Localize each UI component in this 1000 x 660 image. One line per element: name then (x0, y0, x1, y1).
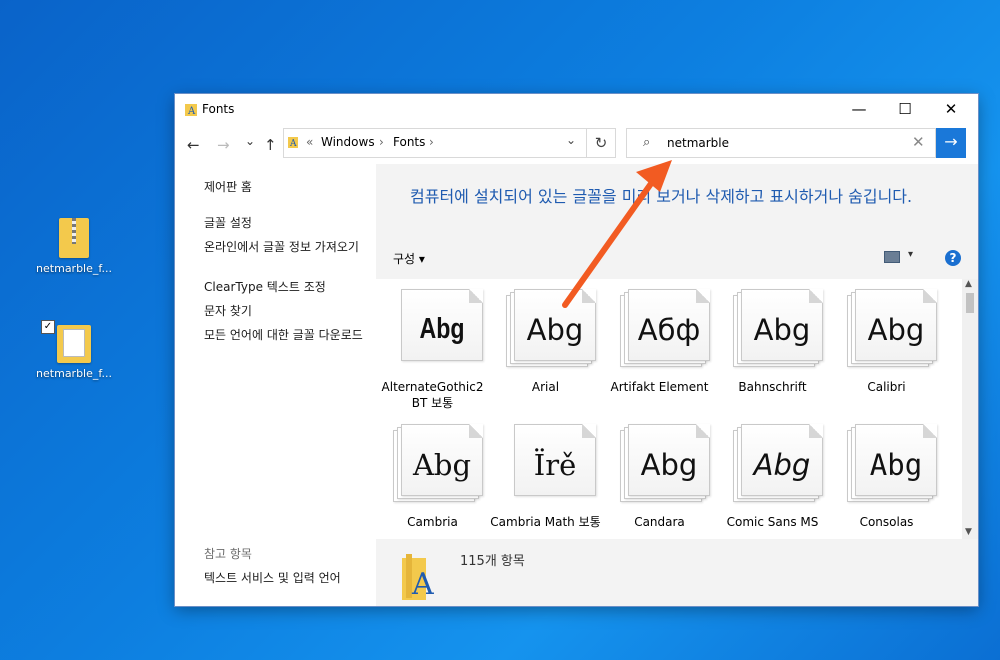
scroll-thumb[interactable] (966, 293, 974, 313)
svg-text:A: A (187, 106, 196, 116)
left-pane: 제어판 홈 글꼴 설정 온라인에서 글꼴 정보 가져오기 ClearType 텍… (175, 164, 375, 606)
font-file-icon: Abg (620, 424, 710, 502)
font-sample-text: Abg (753, 448, 811, 482)
font-name-label: Arial (531, 380, 560, 394)
breadcrumb-separator-icon[interactable]: › (379, 135, 384, 149)
font-name-label: Candara (634, 515, 685, 529)
breadcrumb-fonts[interactable]: Fonts (393, 135, 425, 149)
fonts-folder-icon: A (185, 104, 197, 116)
control-panel-home-link[interactable]: 제어판 홈 (204, 179, 369, 195)
organize-menu[interactable]: 구성 ▾ (393, 250, 425, 267)
search-icon: ⌕ (643, 135, 651, 150)
character-map-link[interactable]: 문자 찾기 (204, 303, 369, 319)
title-bar[interactable]: A Fonts — ☐ ✕ (175, 94, 978, 124)
font-sample-text: Abg (526, 313, 584, 347)
font-name-label: Cambria (407, 515, 458, 529)
desktop-icon-label: netmarble_f... (36, 367, 112, 380)
command-bar: 구성 ▾ ▾ ? (376, 244, 978, 272)
details-pane: A 115개 항목 (376, 542, 978, 606)
font-name-label: Comic Sans MS (726, 515, 819, 529)
address-dropdown-icon[interactable]: ⌄ (566, 133, 576, 147)
window-title: Fonts (202, 102, 235, 116)
font-file-icon: Abg (847, 289, 937, 367)
address-bar[interactable]: A « Windows › Fonts › ⌄ (283, 128, 616, 158)
refresh-button[interactable]: ↻ (586, 128, 616, 158)
page-headline: 컴퓨터에 설치되어 있는 글꼴을 미리 보거나 삭제하고 표시하거나 숨깁니다. (410, 187, 913, 206)
minimize-button[interactable]: — (836, 94, 882, 124)
maximize-button[interactable]: ☐ (882, 94, 928, 124)
font-sample-text: Abg (753, 313, 811, 347)
font-grid: Abg AlternateGothic2 BT 보통 Abg Arial Абф Arti… (376, 279, 962, 539)
up-button[interactable]: ↑ (264, 136, 277, 154)
back-button[interactable]: ← (187, 136, 200, 154)
font-tile[interactable]: Abg Bahnschrift (716, 287, 829, 417)
font-tile[interactable]: Abg Calibri (830, 287, 943, 417)
font-file-icon: Abg (393, 424, 483, 502)
svg-text:A: A (411, 567, 434, 600)
search-go-button[interactable]: → (936, 128, 966, 158)
scroll-up-icon[interactable]: ▲ (965, 279, 972, 289)
font-name-label: Calibri (867, 380, 906, 394)
font-tile[interactable]: Abg Candara (603, 422, 716, 552)
font-sample-text: Abg (867, 313, 925, 347)
vertical-scrollbar[interactable]: ▲ ▼ (962, 279, 978, 539)
see-also-heading: 참고 항목 (204, 547, 252, 561)
font-file-icon: Abg (393, 289, 483, 367)
view-icon[interactable] (884, 251, 900, 263)
font-tile[interactable]: Abg Arial (489, 287, 602, 417)
breadcrumb-windows[interactable]: Windows (321, 135, 375, 149)
desktop-icon-zip[interactable]: netmarble_f... (34, 218, 114, 275)
fonts-window: A Fonts — ☐ ✕ ← → ⌄ ↑ A « Windows › Font… (175, 94, 978, 606)
help-icon[interactable]: ? (945, 250, 961, 266)
font-file-icon: Ïrě (506, 424, 596, 502)
text-services-link[interactable]: 텍스트 서비스 및 입력 언어 (204, 570, 369, 586)
font-sample-text: Abg (869, 448, 923, 482)
font-name-label: Bahnschrift (738, 380, 807, 394)
clear-search-button[interactable]: ✕ (912, 133, 925, 151)
font-sample-text: Ïrě (533, 448, 577, 482)
font-file-icon: Abg (733, 424, 823, 502)
scroll-down-icon[interactable]: ▼ (965, 527, 972, 537)
close-button[interactable]: ✕ (928, 94, 974, 124)
forward-button[interactable]: → (217, 136, 230, 154)
fonts-folder-icon: A (288, 137, 298, 148)
view-dropdown-icon[interactable]: ▾ (908, 249, 913, 260)
content-pane: 컴퓨터에 설치되어 있는 글꼴을 미리 보거나 삭제하고 표시하거나 숨깁니다.… (376, 164, 978, 606)
font-tile[interactable]: Abg Comic Sans MS (716, 422, 829, 552)
font-tile[interactable]: Abg Consolas (830, 422, 943, 552)
font-name-label: Cambria Math 보통 (490, 515, 601, 529)
font-file-icon: Абф (620, 289, 710, 367)
font-sample-text: Абф (637, 313, 701, 347)
download-fonts-link[interactable]: 모든 언어에 대한 글꼴 다운로드 (204, 327, 369, 343)
font-file-icon: Abg (506, 289, 596, 367)
font-sample-text: Abg (412, 448, 472, 482)
font-sample-text: Abg (640, 448, 698, 482)
search-input[interactable]: netmarble (667, 136, 729, 150)
font-name-label: Artifakt Element (610, 380, 709, 394)
zip-folder-icon (59, 218, 89, 258)
overflow-chevron-icon[interactable]: « (306, 135, 313, 149)
desktop-icon-folder[interactable]: netmarble_f... (34, 325, 114, 380)
font-settings-link[interactable]: 글꼴 설정 (204, 215, 369, 231)
font-name-label: AlternateGothic2 BT 보통 (381, 380, 484, 410)
font-tile[interactable]: Abg Cambria (376, 422, 489, 552)
item-count: 115개 항목 (460, 554, 525, 569)
font-tile[interactable]: Абф Artifakt Element (603, 287, 716, 417)
recent-locations-button[interactable]: ⌄ (245, 134, 255, 148)
cleartype-link[interactable]: ClearType 텍스트 조정 (204, 279, 369, 295)
navigation-bar: ← → ⌄ ↑ A « Windows › Fonts › ⌄ ↻ ⌕ netm… (175, 126, 978, 164)
fonts-folder-icon: A (402, 554, 434, 600)
font-folder-icon (57, 325, 91, 363)
font-sample-text: Abg (419, 313, 465, 345)
breadcrumb-separator-icon[interactable]: › (429, 135, 434, 149)
font-file-icon: Abg (847, 424, 937, 502)
desktop-icon-label: netmarble_f... (36, 262, 112, 275)
online-font-info-link[interactable]: 온라인에서 글꼴 정보 가져오기 (204, 239, 364, 255)
svg-text:A: A (289, 139, 297, 148)
font-tile[interactable]: Ïrě Cambria Math 보통 (489, 422, 602, 552)
font-file-icon: Abg (733, 289, 823, 367)
font-tile[interactable]: Abg AlternateGothic2 BT 보통 (376, 287, 489, 417)
search-box[interactable]: ⌕ netmarble ✕ (626, 128, 936, 158)
font-name-label: Consolas (859, 515, 914, 529)
